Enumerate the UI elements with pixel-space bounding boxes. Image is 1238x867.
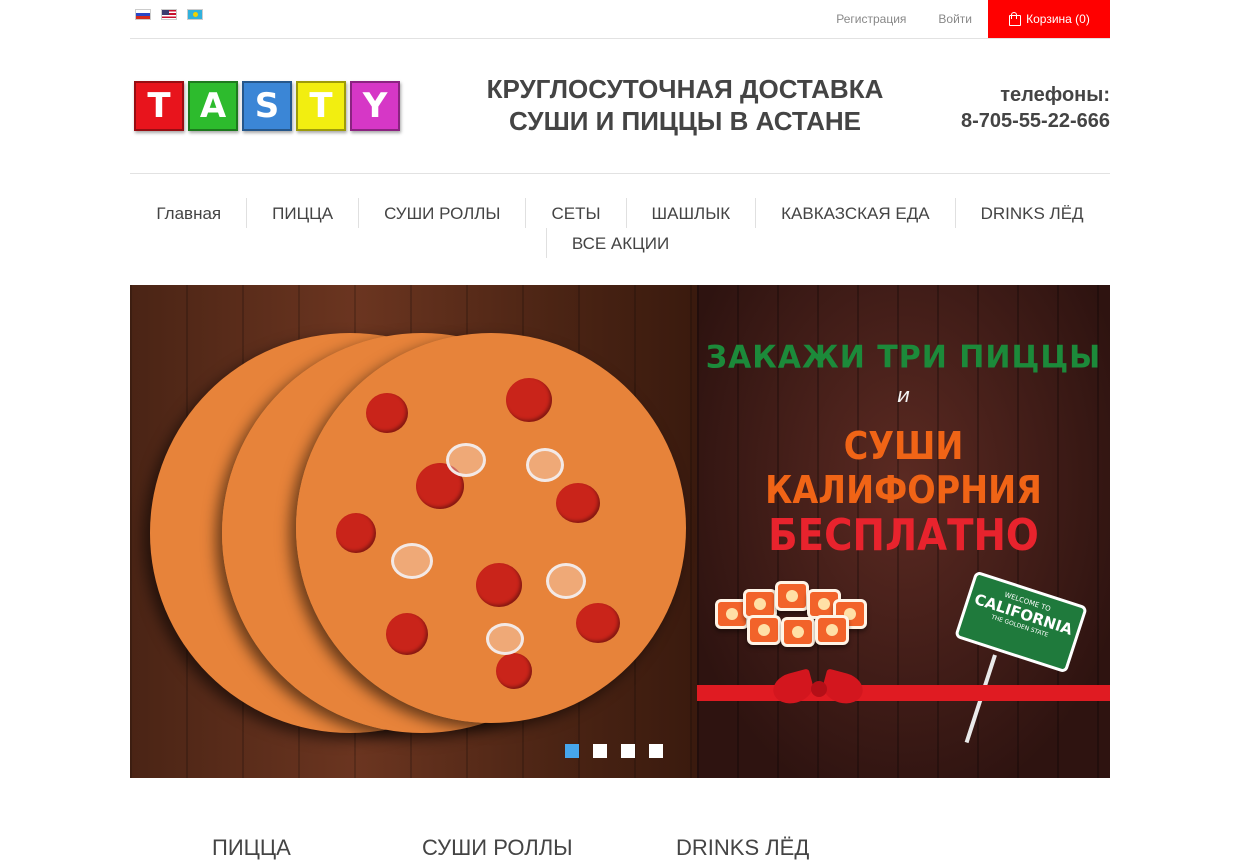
- slide-image: ЗАКАЖИ ТРИ ПИЦЦЫ и СУШИ КАЛИФОРНИЯ БЕСПЛ…: [130, 285, 1110, 778]
- cart-button[interactable]: Корзина (0): [988, 0, 1110, 38]
- phone-block: телефоны: 8-705-55-22-666: [961, 82, 1110, 134]
- nav-item-shashlik[interactable]: ШАШЛЫК: [625, 198, 756, 228]
- logo-tile: T: [134, 81, 184, 131]
- gift-ribbon: [697, 685, 1110, 701]
- slider-pagination: [130, 744, 1110, 758]
- tomato-topping: [476, 563, 522, 607]
- slider-dot-3[interactable]: [621, 744, 635, 758]
- nav-item-caucasian-food[interactable]: КАВКАЗСКАЯ ЕДА: [755, 198, 954, 228]
- category-pizza[interactable]: ПИЦЦА: [212, 835, 291, 861]
- sushi-roll: [781, 617, 815, 647]
- nav-item-all-promos[interactable]: ВСЕ АКЦИИ: [545, 228, 694, 258]
- tomato-topping: [336, 513, 376, 553]
- promo-conjunction: и: [897, 383, 910, 407]
- nav-row: ВСЕ АКЦИИ: [130, 228, 1110, 258]
- site-tagline: КРУГЛОСУТОЧНАЯ ДОСТАВКА СУШИ И ПИЦЦЫ В А…: [445, 73, 925, 137]
- phones-label: телефоны:: [1000, 84, 1110, 106]
- tomato-topping: [556, 483, 600, 523]
- gift-bow-icon: [769, 665, 867, 725]
- tagline-line-1: КРУГЛОСУТОЧНАЯ ДОСТАВКА: [486, 74, 884, 104]
- tomato-topping: [366, 393, 408, 433]
- onion-topping: [526, 448, 564, 482]
- onion-topping: [446, 443, 486, 477]
- account-links: Регистрация Войти Корзина (0): [820, 0, 1110, 38]
- sushi-roll: [815, 615, 849, 645]
- logo-tile: S: [242, 81, 292, 131]
- tomato-topping: [576, 603, 620, 643]
- promo-free: БЕСПЛАТНО: [768, 510, 1039, 561]
- register-link[interactable]: Регистрация: [820, 12, 922, 26]
- onion-topping: [486, 623, 524, 655]
- tasty-logo[interactable]: T A S T Y: [134, 81, 400, 131]
- shopping-bag-icon: [1008, 12, 1022, 26]
- promo-slider[interactable]: ЗАКАЖИ ТРИ ПИЦЦЫ и СУШИ КАЛИФОРНИЯ БЕСПЛ…: [130, 285, 1110, 778]
- sushi-roll: [775, 581, 809, 611]
- top-bar: Регистрация Войти Корзина (0): [130, 0, 1110, 39]
- nav-row: Главная ПИЦЦА СУШИ РОЛЛЫ СЕТЫ ШАШЛЫК КАВ…: [130, 198, 1110, 228]
- sushi-rolls-image: [715, 581, 885, 655]
- category-drinks-ice[interactable]: DRINKS ЛЁД: [676, 835, 809, 861]
- nav-item-home[interactable]: Главная: [131, 198, 246, 228]
- nav-item-sushi-rolls[interactable]: СУШИ РОЛЛЫ: [358, 198, 525, 228]
- promo-headline: ЗАКАЖИ ТРИ ПИЦЦЫ: [705, 339, 1102, 376]
- language-flags: [135, 9, 203, 20]
- nav-item-pizza[interactable]: ПИЦЦА: [246, 198, 358, 228]
- category-headings: ПИЦЦА СУШИ РОЛЛЫ DRINKS ЛЁД: [130, 835, 1110, 867]
- main-nav: Главная ПИЦЦА СУШИ РОЛЛЫ СЕТЫ ШАШЛЫК КАВ…: [130, 198, 1110, 260]
- slider-dot-4[interactable]: [649, 744, 663, 758]
- logo-tile: A: [188, 81, 238, 131]
- logo-tile: T: [296, 81, 346, 131]
- logo-tile: Y: [350, 81, 400, 131]
- onion-topping: [391, 543, 433, 579]
- promo-product: СУШИ КАЛИФОРНИЯ: [765, 424, 1042, 512]
- flag-us-icon[interactable]: [161, 9, 177, 20]
- tomato-topping: [386, 613, 428, 655]
- site-header: T A S T Y КРУГЛОСУТОЧНАЯ ДОСТАВКА СУШИ И…: [130, 40, 1110, 174]
- flag-kz-icon[interactable]: [187, 9, 203, 20]
- tomato-topping: [496, 653, 532, 689]
- flag-ru-icon[interactable]: [135, 9, 151, 20]
- sushi-roll: [747, 615, 781, 645]
- nav-item-drinks-ice[interactable]: DRINKS ЛЁД: [954, 198, 1109, 228]
- wood-background: [130, 285, 697, 778]
- onion-topping: [546, 563, 586, 599]
- slider-dot-1[interactable]: [565, 744, 579, 758]
- phone-number[interactable]: 8-705-55-22-666: [961, 108, 1110, 134]
- cart-label: Корзина (0): [1026, 12, 1090, 26]
- tagline-line-2: СУШИ И ПИЦЦЫ В АСТАНЕ: [509, 106, 861, 136]
- pizza-image: [296, 333, 686, 723]
- nav-item-sets[interactable]: СЕТЫ: [525, 198, 625, 228]
- slider-dot-2[interactable]: [593, 744, 607, 758]
- tomato-topping: [506, 378, 552, 422]
- category-sushi-rolls[interactable]: СУШИ РОЛЛЫ: [422, 835, 573, 861]
- login-link[interactable]: Войти: [922, 12, 988, 26]
